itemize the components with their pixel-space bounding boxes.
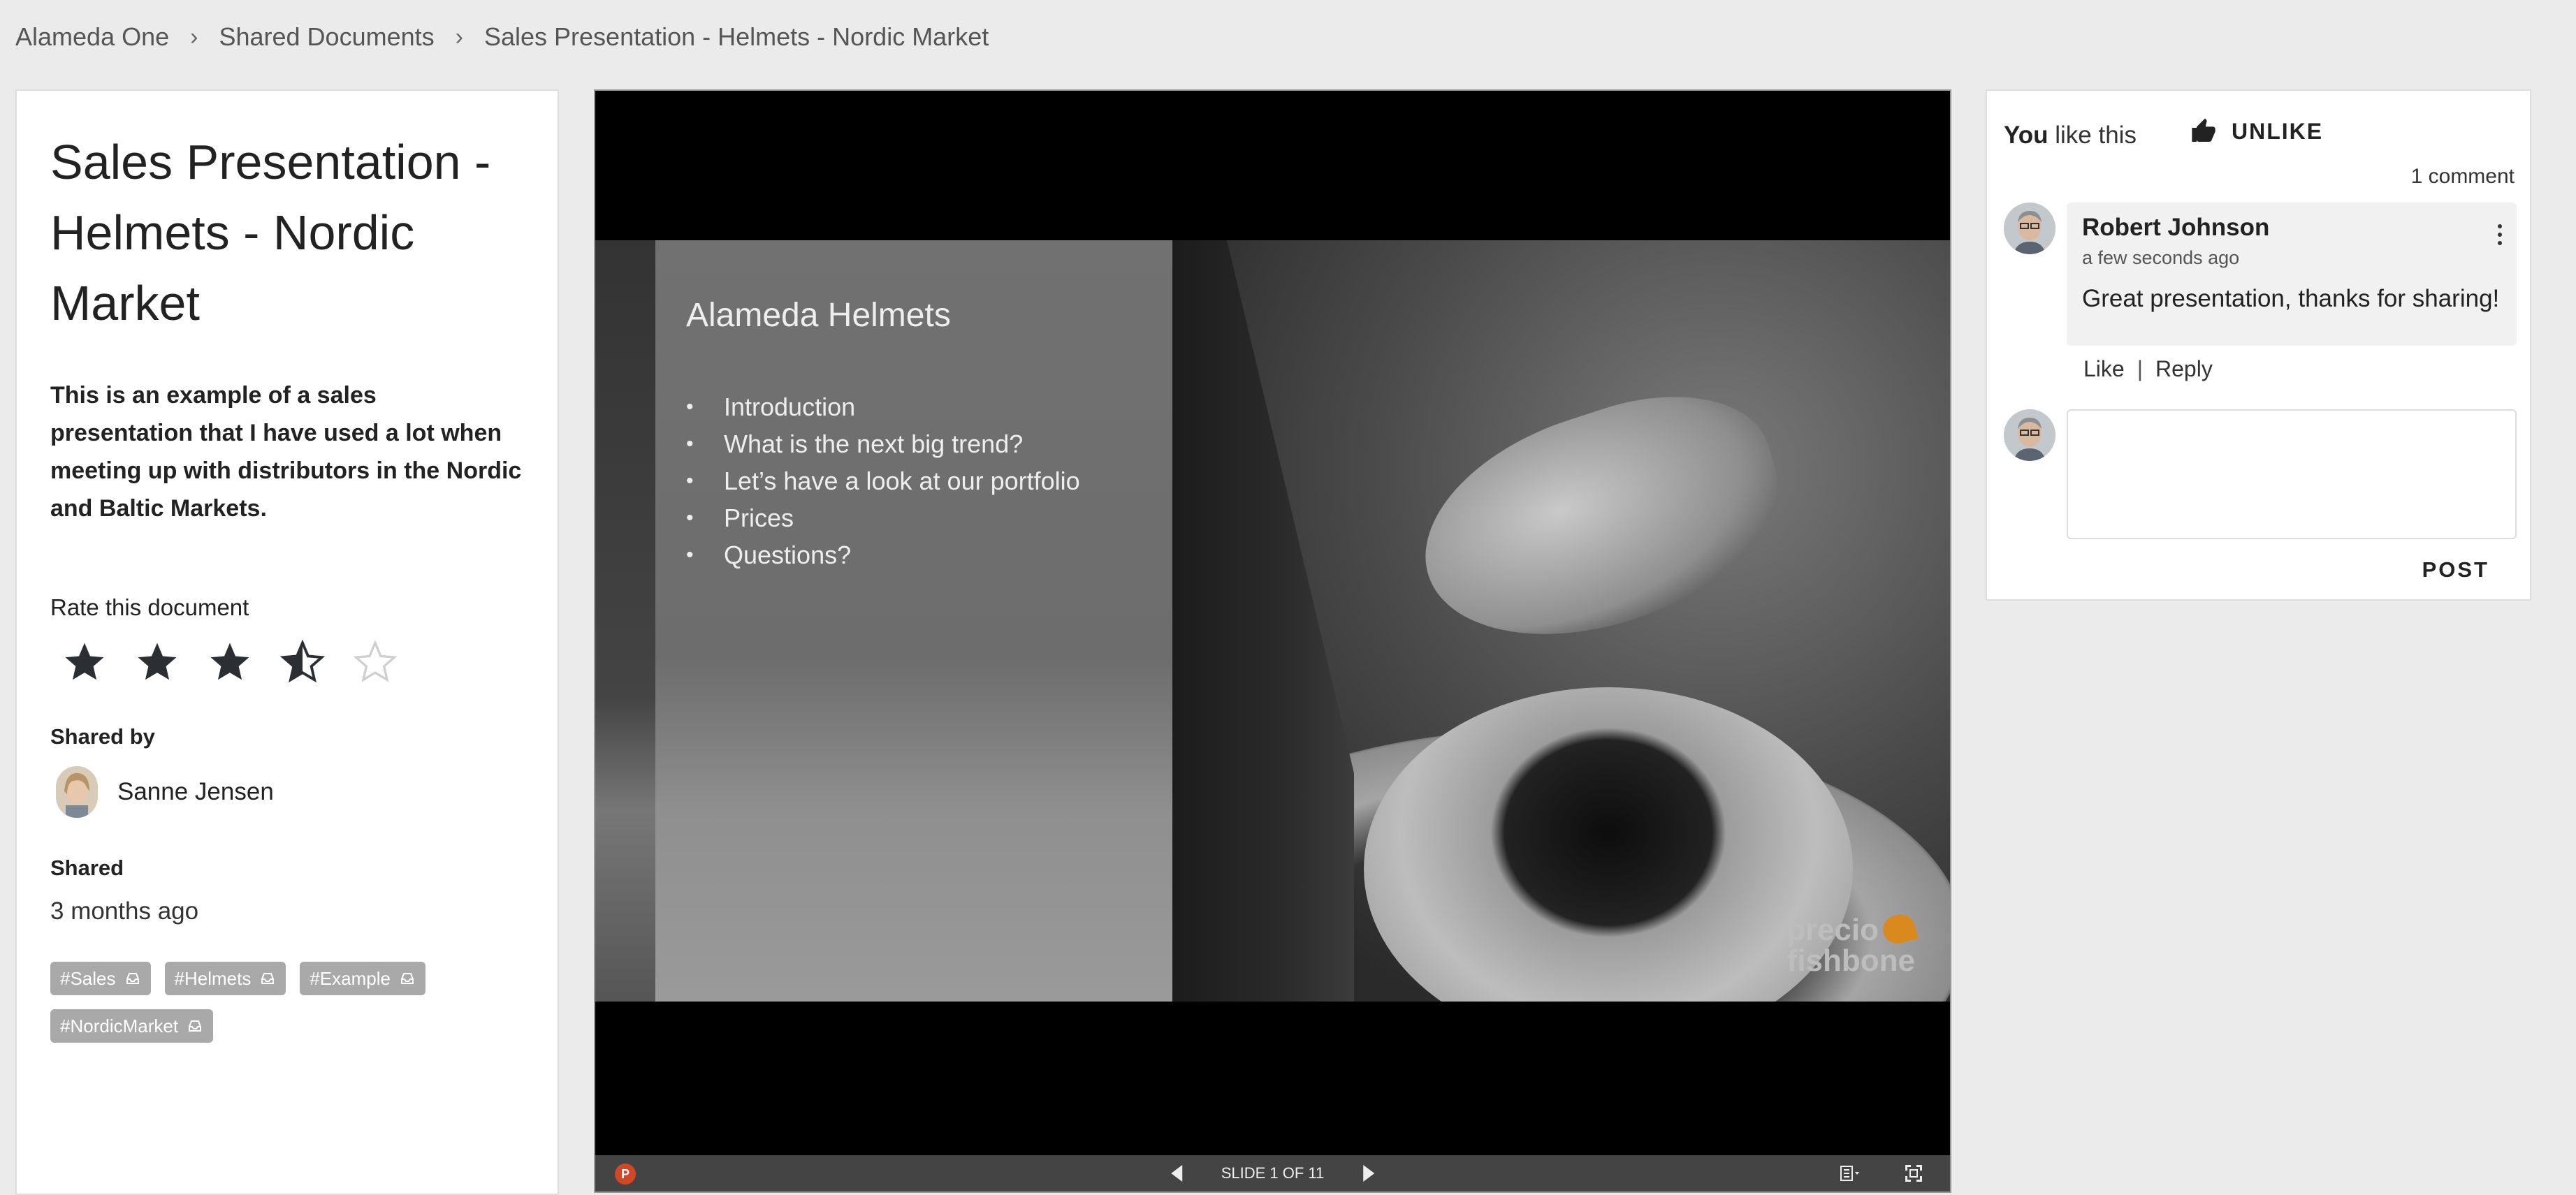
tag[interactable]: #Example xyxy=(300,962,425,995)
star-1[interactable] xyxy=(61,639,134,695)
inbox-icon xyxy=(126,973,139,984)
slide-background xyxy=(595,240,655,1002)
viewer-toolbar: P SLIDE 1 OF 11 xyxy=(595,1155,1950,1192)
breadcrumb-item-current: Sales Presentation - Helmets - Nordic Ma… xyxy=(483,22,989,51)
slide-bullet: What is the next big trend? xyxy=(686,425,1080,462)
comment: Robert Johnson a few seconds ago Great p… xyxy=(2067,203,2517,346)
previous-slide-icon[interactable] xyxy=(1170,1165,1182,1182)
slide-bullet: Let’s have a look at our portfolio xyxy=(686,462,1080,499)
avatar xyxy=(2004,409,2055,461)
like-status-rest: like this xyxy=(2048,122,2137,149)
viewer-toolbar-right xyxy=(1838,1162,1925,1185)
slide-text-panel xyxy=(655,240,1172,1002)
shared-date: 3 months ago xyxy=(50,897,199,925)
more-options-icon[interactable] xyxy=(2497,222,2503,247)
rating-stars[interactable] xyxy=(61,639,524,695)
comment-author[interactable]: Robert Johnson xyxy=(2082,214,2269,242)
comment-count: 1 comment xyxy=(2410,165,2515,188)
fullscreen-icon[interactable] xyxy=(1902,1162,1925,1185)
tag-label: #NordicMarket xyxy=(60,1015,179,1036)
comment-input[interactable] xyxy=(2067,409,2517,539)
unlike-label: UNLIKE xyxy=(2232,118,2324,144)
shared-by: Sanne Jensen xyxy=(50,766,524,818)
comment-like-link[interactable]: Like xyxy=(2083,356,2125,382)
star-4-half[interactable] xyxy=(279,639,352,695)
shared-by-label: Shared by xyxy=(50,724,155,749)
brand-line-1: precio xyxy=(1786,913,1879,947)
slide-bullet: Prices xyxy=(686,499,1080,536)
thumbs-up-icon xyxy=(2192,118,2215,142)
comment-reply-link[interactable]: Reply xyxy=(2155,356,2213,382)
document-title: Sales Presentation - Helmets - Nordic Ma… xyxy=(50,135,491,330)
slide-title: Alameda Helmets xyxy=(686,297,951,334)
brand-logo: precio fishbone xyxy=(1786,911,1919,978)
presentation-viewer[interactable]: Alameda Helmets Introduction What is the… xyxy=(594,89,1951,1193)
inbox-icon xyxy=(400,973,414,984)
slide-bullet-list: Introduction What is the next big trend?… xyxy=(686,388,1080,573)
shared-label: Shared xyxy=(50,856,124,880)
inbox-icon xyxy=(189,1020,202,1032)
tag-list: #Sales #Helmets #Example #NordicMarket xyxy=(50,962,532,1043)
inbox-icon xyxy=(261,973,275,984)
brand-fin-icon xyxy=(1879,911,1919,947)
tag[interactable]: #Helmets xyxy=(164,962,286,995)
breadcrumb: Alameda One › Shared Documents › Sales P… xyxy=(15,21,989,53)
slide[interactable]: Alameda Helmets Introduction What is the… xyxy=(595,240,1950,1002)
like-status-you: You xyxy=(2004,122,2049,149)
breadcrumb-item-home[interactable]: Alameda One xyxy=(15,22,169,52)
unlike-button[interactable]: UNLIKE xyxy=(2190,117,2323,145)
notes-view-icon[interactable] xyxy=(1838,1162,1861,1185)
tag-label: #Example xyxy=(310,967,391,989)
slide-counter: SLIDE 1 OF 11 xyxy=(1221,1164,1325,1182)
avatar xyxy=(2004,203,2055,254)
next-slide-icon[interactable] xyxy=(1363,1165,1375,1182)
slide-bullet: Questions? xyxy=(686,536,1080,573)
star-5[interactable] xyxy=(352,639,425,695)
tag-label: #Helmets xyxy=(174,967,252,989)
shared-by-name[interactable]: Sanne Jensen xyxy=(117,778,274,806)
breadcrumb-separator: › xyxy=(190,23,198,50)
document-info-panel: Sales Presentation - Helmets - Nordic Ma… xyxy=(15,89,559,1195)
brand-line-2: fishbone xyxy=(1787,944,1915,978)
powerpoint-icon: P xyxy=(615,1164,636,1185)
comment-actions: Like | Reply xyxy=(2083,356,2213,382)
rate-label: Rate this document xyxy=(50,594,249,620)
tag[interactable]: #NordicMarket xyxy=(50,1009,214,1043)
comment-text: Great presentation, thanks for sharing! xyxy=(2082,285,2500,312)
document-description: This is an example of a sales presentati… xyxy=(50,382,522,522)
post-button[interactable]: POST xyxy=(2422,557,2489,582)
divider: | xyxy=(2137,356,2144,381)
tag-label: #Sales xyxy=(60,967,116,989)
star-3[interactable] xyxy=(207,639,279,695)
tag[interactable]: #Sales xyxy=(50,962,151,995)
comments-panel: You like this UNLIKE 1 comment Robert Jo… xyxy=(1986,89,2531,601)
comment-timestamp: a few seconds ago xyxy=(2082,247,2240,268)
like-status: You like this xyxy=(2004,122,2137,149)
breadcrumb-separator: › xyxy=(455,23,463,50)
star-2[interactable] xyxy=(134,639,207,695)
avatar xyxy=(56,766,98,818)
slide-bullet: Introduction xyxy=(686,388,1080,425)
slide-navigation: SLIDE 1 OF 11 xyxy=(1170,1164,1375,1182)
breadcrumb-item-shared-documents[interactable]: Shared Documents xyxy=(219,22,434,52)
